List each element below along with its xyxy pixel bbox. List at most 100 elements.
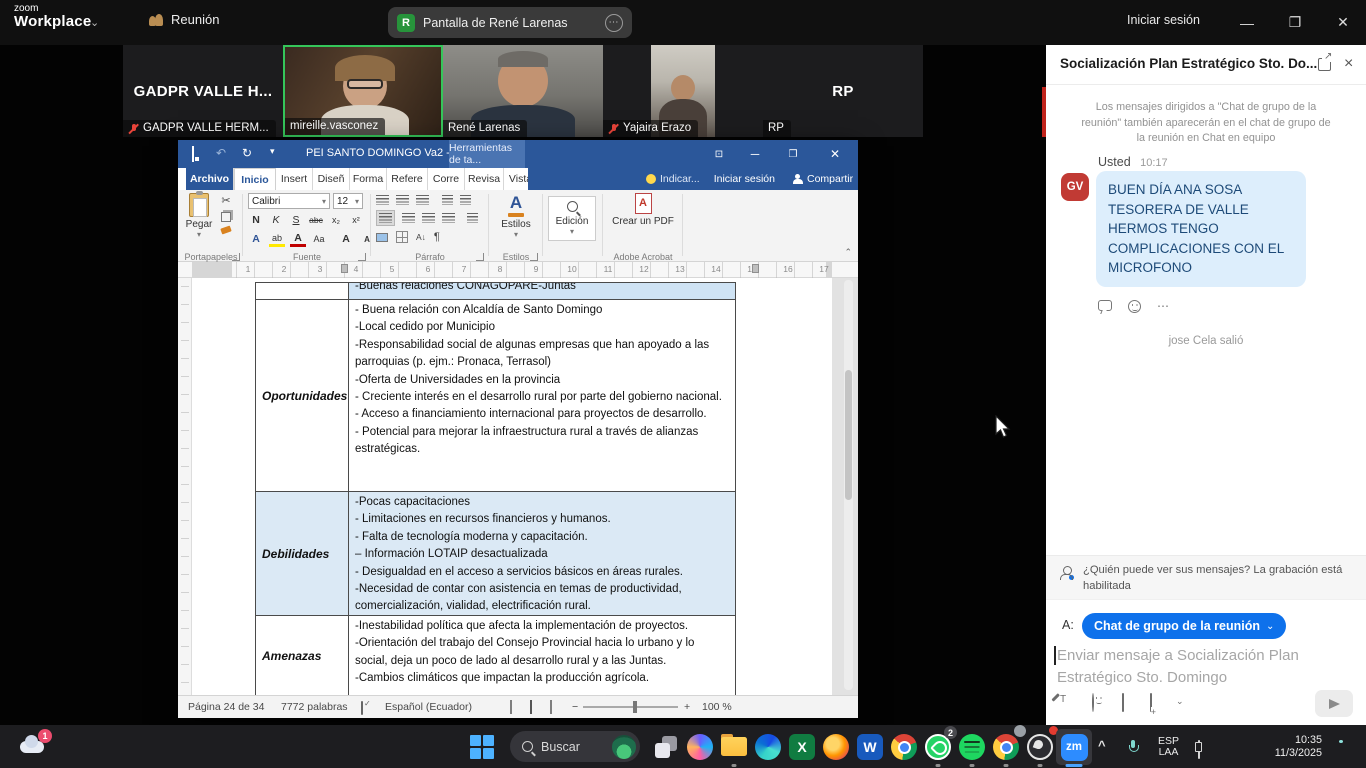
read-mode-icon[interactable] <box>510 701 512 713</box>
tab-referencias[interactable]: Refere <box>387 168 428 190</box>
message-input[interactable]: Enviar mensaje a Socialización Plan Estr… <box>1057 645 1347 689</box>
chat-close-icon[interactable]: × <box>1344 55 1353 73</box>
strikethrough-button[interactable]: abc <box>308 212 324 228</box>
bullets-icon[interactable] <box>376 195 389 205</box>
participant-tile[interactable]: GADPR VALLE H... GADPR VALLE HERM... <box>123 45 283 137</box>
align-left-button[interactable] <box>376 210 395 226</box>
word-minimize-button[interactable]: ─ <box>738 140 772 168</box>
table-row-oportunidades[interactable]: Oportunidades - Buena relación con Alcal… <box>255 300 736 492</box>
save-icon[interactable] <box>192 147 194 161</box>
attach-file-icon[interactable] <box>1122 694 1124 712</box>
table-label-cell[interactable]: Debilidades <box>256 492 349 615</box>
tab-formato[interactable]: Forma <box>350 168 387 190</box>
line-spacing-icon[interactable] <box>467 213 478 223</box>
bold-button[interactable]: N <box>248 212 264 228</box>
start-button[interactable] <box>464 729 500 765</box>
emoji-icon[interactable] <box>1092 694 1094 712</box>
language-indicator[interactable]: Español (Ecuador) <box>385 701 472 713</box>
format-painter-icon[interactable] <box>220 225 231 234</box>
underline-button[interactable]: S <box>288 212 304 228</box>
word-button[interactable]: W <box>852 729 888 765</box>
change-case-button[interactable]: Aa <box>311 231 327 247</box>
chevron-down-icon[interactable]: ⌄ <box>90 16 99 29</box>
excel-button[interactable]: X <box>784 729 820 765</box>
chrome-button[interactable] <box>886 729 922 765</box>
participant-tile-active-speaker[interactable]: mireille.vasconez <box>283 45 443 137</box>
more-options-icon[interactable]: ⋯ <box>605 14 623 32</box>
tab-diseno[interactable]: Diseñ <box>313 168 350 190</box>
decrease-indent-icon[interactable] <box>442 195 453 205</box>
table-label-cell[interactable] <box>256 283 349 299</box>
tab-archivo[interactable]: Archivo <box>186 168 234 190</box>
dialog-launcher-icon[interactable] <box>358 253 366 261</box>
language-indicator[interactable]: ESP LAA <box>1158 736 1179 758</box>
font-size-combobox[interactable]: 12 ▾ <box>333 193 363 209</box>
web-layout-icon[interactable] <box>550 701 552 713</box>
emoji-react-icon[interactable] <box>1128 300 1141 313</box>
undo-icon[interactable]: ↶ <box>216 146 226 160</box>
cut-icon[interactable]: ✂ <box>221 194 230 207</box>
quick-access-customize-icon[interactable]: ▾ <box>270 146 275 157</box>
word-count[interactable]: 7772 palabras <box>281 701 348 713</box>
screenshot-icon[interactable] <box>1150 694 1152 712</box>
tab-insertar[interactable]: Insert <box>276 168 313 190</box>
close-button[interactable]: ✕ <box>1320 0 1366 45</box>
spotify-button[interactable] <box>954 729 990 765</box>
right-indent-marker[interactable] <box>752 264 759 273</box>
ribbon-display-options-icon[interactable]: ⊡ <box>702 140 736 168</box>
table-row-amenazas[interactable]: Amenazas -Inestabilidad política que afe… <box>255 616 736 695</box>
maximize-button[interactable]: ❐ <box>1272 0 1318 45</box>
active-share-tab[interactable]: R Pantalla de René Larenas ⋯ <box>388 7 632 38</box>
table-row-debilidades[interactable]: Debilidades -Pocas capacitaciones - Limi… <box>255 492 736 616</box>
zoom-in-button[interactable]: + <box>684 701 690 713</box>
italic-button[interactable]: K <box>268 212 284 228</box>
firefox-button[interactable] <box>818 729 854 765</box>
reply-icon[interactable] <box>1098 300 1112 311</box>
chrome-profile-button[interactable] <box>988 729 1024 765</box>
horizontal-ruler[interactable]: 1234567891011121314151617 <box>178 262 858 278</box>
proofing-icon[interactable] <box>361 702 363 714</box>
font-color-button[interactable]: A <box>290 231 306 247</box>
tab-correspondencia[interactable]: Corre <box>428 168 465 190</box>
align-center-icon[interactable] <box>402 213 415 223</box>
word-close-button[interactable]: ✕ <box>818 140 852 168</box>
recipient-selector[interactable]: Chat de grupo de la reunión ⌄ <box>1082 613 1286 639</box>
vertical-scrollbar[interactable] <box>844 280 853 690</box>
tab-revisar[interactable]: Revisa <box>465 168 504 190</box>
table-content-cell[interactable]: - Buena relación con Alcaldía de Santo D… <box>349 300 735 491</box>
align-right-icon[interactable] <box>422 213 435 223</box>
file-explorer-button[interactable] <box>716 729 752 765</box>
signin-button[interactable]: Iniciar sesión <box>1127 13 1200 27</box>
highlight-button[interactable]: ab <box>269 231 285 247</box>
table-content-cell[interactable]: -Pocas capacitaciones - Limitaciones en … <box>349 492 735 615</box>
show-marks-icon[interactable]: ¶ <box>434 231 440 243</box>
dialog-launcher-icon[interactable] <box>530 253 538 261</box>
table-content-cell[interactable]: -Buenas relaciones CONAGOPARE-Juntas <box>349 283 735 299</box>
increase-indent-icon[interactable] <box>460 195 471 205</box>
grow-font-button[interactable]: A <box>338 231 354 247</box>
send-button[interactable] <box>1315 690 1353 717</box>
tab-meeting[interactable]: Reunión <box>148 12 219 27</box>
word-signin-button[interactable]: Iniciar sesión <box>714 173 775 185</box>
participant-tile[interactable]: René Larenas <box>443 45 603 137</box>
dialog-launcher-icon[interactable] <box>476 253 484 261</box>
zoom-slider-thumb[interactable] <box>633 701 637 713</box>
font-name-combobox[interactable]: Calibri ▾ <box>248 193 330 209</box>
popout-icon[interactable] <box>1318 58 1331 71</box>
numbering-icon[interactable] <box>396 195 409 205</box>
borders-icon[interactable] <box>396 231 408 243</box>
zoom-level[interactable]: 100 % <box>702 701 732 713</box>
table-label-cell[interactable]: Oportunidades <box>256 300 349 491</box>
shading-icon[interactable] <box>376 233 388 242</box>
copy-icon[interactable] <box>221 212 231 222</box>
table-content-cell[interactable]: -Inestabilidad política que afecta la im… <box>349 616 735 695</box>
zoom-app-button[interactable]: zm <box>1056 729 1092 765</box>
chat-message-bubble[interactable]: BUEN DÍA ANA SOSA TESORERA DE VALLE HERM… <box>1096 171 1306 287</box>
chevron-down-icon[interactable]: ⌄ <box>1176 696 1184 707</box>
taskbar-search[interactable]: Buscar <box>510 731 640 762</box>
table-row-partial[interactable]: -Buenas relaciones CONAGOPARE-Juntas <box>255 282 736 300</box>
obs-button[interactable] <box>1022 729 1058 765</box>
edge-button[interactable] <box>750 729 786 765</box>
table-label-cell[interactable]: Amenazas <box>256 616 349 695</box>
tab-inicio[interactable]: Inicio <box>234 168 276 190</box>
